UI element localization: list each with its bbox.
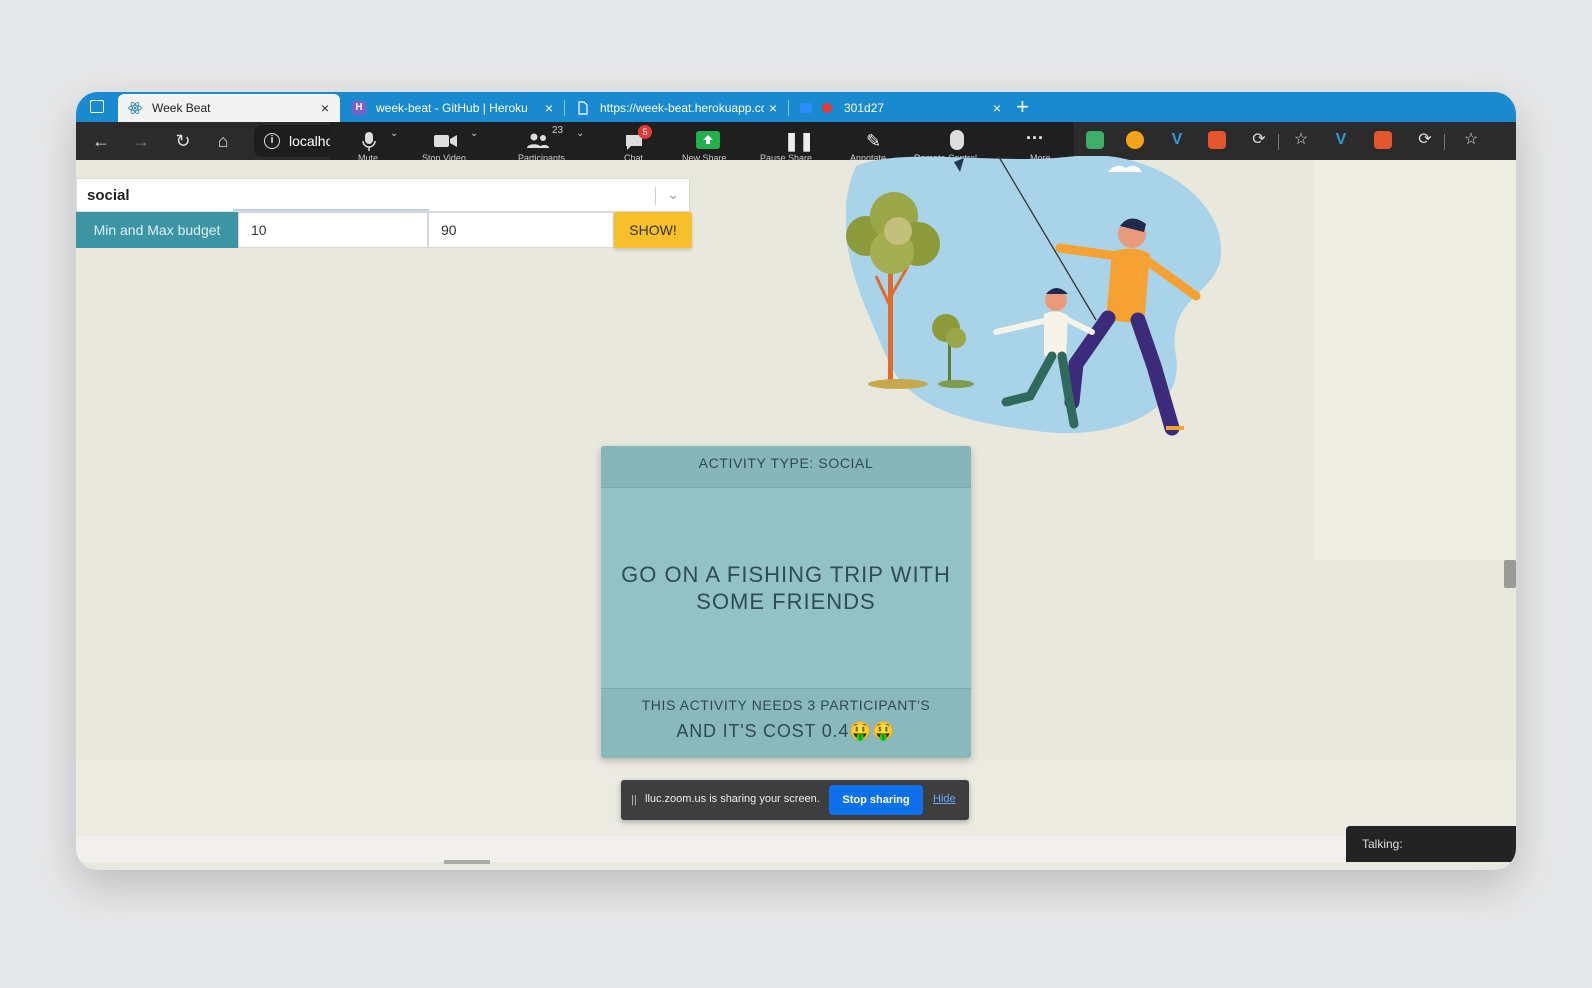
zoom-controls: ⌄ Mute ⌄ Stop Video 23 ⌄ Participants 5 …: [330, 122, 1074, 163]
remote-control-button[interactable]: Remote Control: [914, 122, 1004, 163]
v-extension-icon[interactable]: V: [1168, 131, 1186, 149]
microphone-icon: [362, 132, 376, 151]
chevron-down-icon[interactable]: ⌄: [470, 128, 478, 139]
tab-week-beat[interactable]: Week Beat ×: [118, 94, 340, 122]
annotate-button[interactable]: ✎ Annotate: [838, 122, 914, 163]
tab-title: https://week-beat.herokuapp.co: [600, 101, 764, 115]
more-dots-icon: ···: [1026, 128, 1044, 148]
new-share-button[interactable]: New Share: [670, 122, 750, 163]
more-button[interactable]: ··· More: [1010, 122, 1070, 163]
tab-title: Week Beat: [152, 101, 211, 115]
video-camera-icon: [434, 135, 457, 147]
talking-indicator: Talking:: [1346, 826, 1516, 862]
participants-icon: [527, 133, 549, 148]
site-info-icon[interactable]: i: [264, 133, 280, 149]
pencil-icon: ✎: [866, 131, 882, 151]
page-content: social ⌄ Min and Max budget 10 90 SHOW! …: [76, 156, 1516, 870]
back-icon[interactable]: ←: [90, 130, 112, 152]
chevron-down-icon[interactable]: ⌄: [390, 128, 398, 139]
page-icon: [578, 101, 588, 115]
activity-type: ACTIVITY TYPE: SOCIAL: [601, 446, 971, 488]
stop-sharing-button[interactable]: Stop sharing: [829, 785, 923, 815]
extension-icon[interactable]: [1208, 131, 1226, 149]
tab-zoom[interactable]: 301d27 ×: [790, 94, 1012, 122]
mute-button[interactable]: ⌄ Mute: [344, 122, 404, 163]
extensions-puzzle-icon[interactable]: ⟳: [1250, 131, 1268, 149]
browser-window: Week Beat × H week-beat - GitHub | Herok…: [76, 92, 1516, 870]
tab-strip: Week Beat × H week-beat - GitHub | Herok…: [76, 92, 1516, 122]
collections-icon[interactable]: ☆: [1462, 131, 1480, 149]
address-bar[interactable]: i localho: [254, 125, 340, 157]
forward-icon[interactable]: →: [130, 130, 152, 152]
card-footer: THIS ACTIVITY NEEDS 3 PARTICIPANT'S AND …: [601, 688, 971, 758]
new-tab-icon[interactable]: +: [1016, 94, 1029, 120]
show-button[interactable]: SHOW!: [614, 212, 692, 248]
stop-video-button[interactable]: ⌄ Stop Video: [414, 122, 494, 163]
budget-label: Min and Max budget: [76, 212, 238, 248]
share-screen-icon: [696, 131, 720, 149]
heroku-icon: H: [352, 101, 366, 115]
refresh-icon[interactable]: ↻: [172, 130, 194, 152]
chat-button[interactable]: 5 Chat: [612, 122, 662, 163]
extension-icon[interactable]: [1374, 131, 1392, 149]
participants-text: THIS ACTIVITY NEEDS 3 PARTICIPANT'S: [641, 697, 931, 713]
zoom-icon: [800, 103, 812, 113]
cookie-extension-icon[interactable]: [1126, 131, 1144, 149]
activity-type-select[interactable]: social ⌄: [76, 178, 690, 212]
vertical-scrollbar[interactable]: [1504, 560, 1516, 588]
close-tab-icon[interactable]: ×: [540, 100, 558, 116]
activity-card: ACTIVITY TYPE: SOCIAL GO ON A FISHING TR…: [601, 446, 971, 758]
chevron-down-icon[interactable]: ⌄: [576, 128, 584, 139]
address-text: localho: [289, 133, 334, 149]
horizontal-scrollbar[interactable]: [444, 860, 490, 864]
close-tab-icon[interactable]: ×: [764, 100, 782, 116]
cost-text: AND IT'S COST 0.4🤑🤑: [676, 721, 896, 741]
tab-title: week-beat - GitHub | Heroku: [376, 101, 528, 115]
tab-actions-icon[interactable]: [90, 100, 104, 113]
max-budget-input[interactable]: 90: [428, 212, 614, 248]
v-extension-icon[interactable]: V: [1332, 131, 1350, 149]
participants-button[interactable]: 23 ⌄ Participants: [510, 122, 600, 163]
chevron-down-icon[interactable]: ⌄: [667, 186, 679, 203]
tab-title: 301d27: [844, 101, 885, 115]
hide-link[interactable]: Hide: [933, 793, 956, 805]
close-tab-icon[interactable]: ×: [316, 100, 334, 116]
pause-icon: ❚❚: [784, 131, 815, 151]
select-value: social: [87, 187, 130, 204]
screen-sharing-bar: || lluc.zoom.us is sharing your screen. …: [621, 780, 969, 820]
chat-badge: 5: [638, 125, 652, 139]
min-budget-input[interactable]: 10: [238, 212, 428, 248]
extension-icon[interactable]: [1086, 131, 1104, 149]
family-kite-illustration: [846, 156, 1222, 436]
extensions-puzzle-icon[interactable]: ⟳: [1416, 131, 1434, 149]
react-icon: [128, 101, 142, 115]
browser-toolbar: ← → ↻ ⌂ i localho ⌄ Mute ⌄ Stop Video 23…: [76, 122, 1516, 163]
tab-github-heroku[interactable]: H week-beat - GitHub | Heroku ×: [342, 94, 565, 122]
drag-handle-icon[interactable]: ||: [631, 794, 637, 806]
pause-share-button[interactable]: ❚❚ Pause Share: [754, 122, 834, 163]
tab-herokuapp[interactable]: https://week-beat.herokuapp.co ×: [566, 94, 789, 122]
favorites-icon[interactable]: ☆: [1292, 131, 1310, 149]
close-tab-icon[interactable]: ×: [988, 100, 1006, 116]
mouse-icon: [950, 130, 964, 150]
activity-title: GO ON A FISHING TRIP WITH SOME FRIENDS: [621, 562, 951, 614]
recording-icon: [822, 103, 832, 113]
sharing-message: lluc.zoom.us is sharing your screen.: [645, 793, 820, 805]
home-icon[interactable]: ⌂: [212, 130, 234, 152]
